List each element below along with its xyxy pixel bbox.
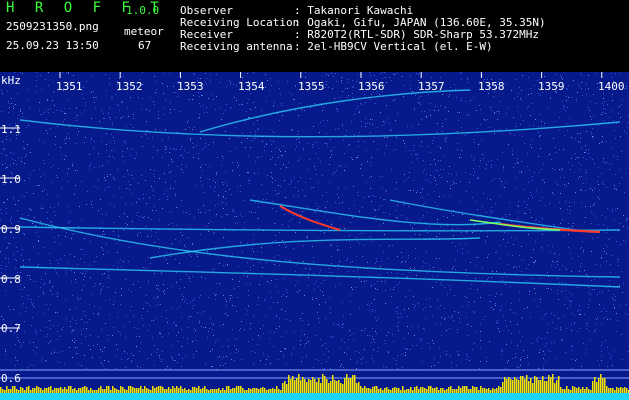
time-tick: 1352	[116, 80, 143, 93]
meteor-label: meteor	[124, 25, 164, 38]
noise-floor-bar	[0, 393, 629, 400]
freq-tick: 0.7	[1, 322, 21, 335]
info-value-antenna: : 2el-HB9CV Vertical (el. E-W)	[294, 40, 493, 53]
spectrogram-canvas	[0, 72, 629, 400]
freq-tick: 0.9	[1, 223, 21, 236]
spectrogram	[0, 72, 629, 400]
freq-tick: 1.1	[1, 123, 21, 136]
activity-bars	[0, 374, 629, 394]
meteor-count: 67	[138, 39, 152, 52]
time-tick: 1351	[56, 80, 83, 93]
freq-tick: 0.8	[1, 273, 21, 286]
time-tick: 1353	[177, 80, 204, 93]
y-unit-label: kHz	[1, 74, 21, 87]
meteor-trace	[389, 199, 591, 233]
header-panel: H R O F F T 1.0.0 2509231350.png meteor …	[0, 0, 629, 72]
freq-tick: 1.0	[1, 173, 21, 186]
file-name: 2509231350.png	[6, 20, 99, 33]
time-tick: 1354	[238, 80, 265, 93]
time-tick: 1400	[598, 80, 625, 93]
app-version: 1.0.0	[126, 4, 160, 17]
date-time: 25.09.23 13:50	[6, 39, 99, 52]
time-tick: 1359	[538, 80, 565, 93]
info-key-antenna: Receiving antenna	[180, 40, 293, 53]
meteor-trace	[149, 237, 481, 259]
time-tick: 1356	[358, 80, 385, 93]
time-tick: 1357	[418, 80, 445, 93]
freq-tick: 0.6	[1, 372, 21, 385]
time-tick: 1355	[298, 80, 325, 93]
time-tick: 1358	[478, 80, 505, 93]
